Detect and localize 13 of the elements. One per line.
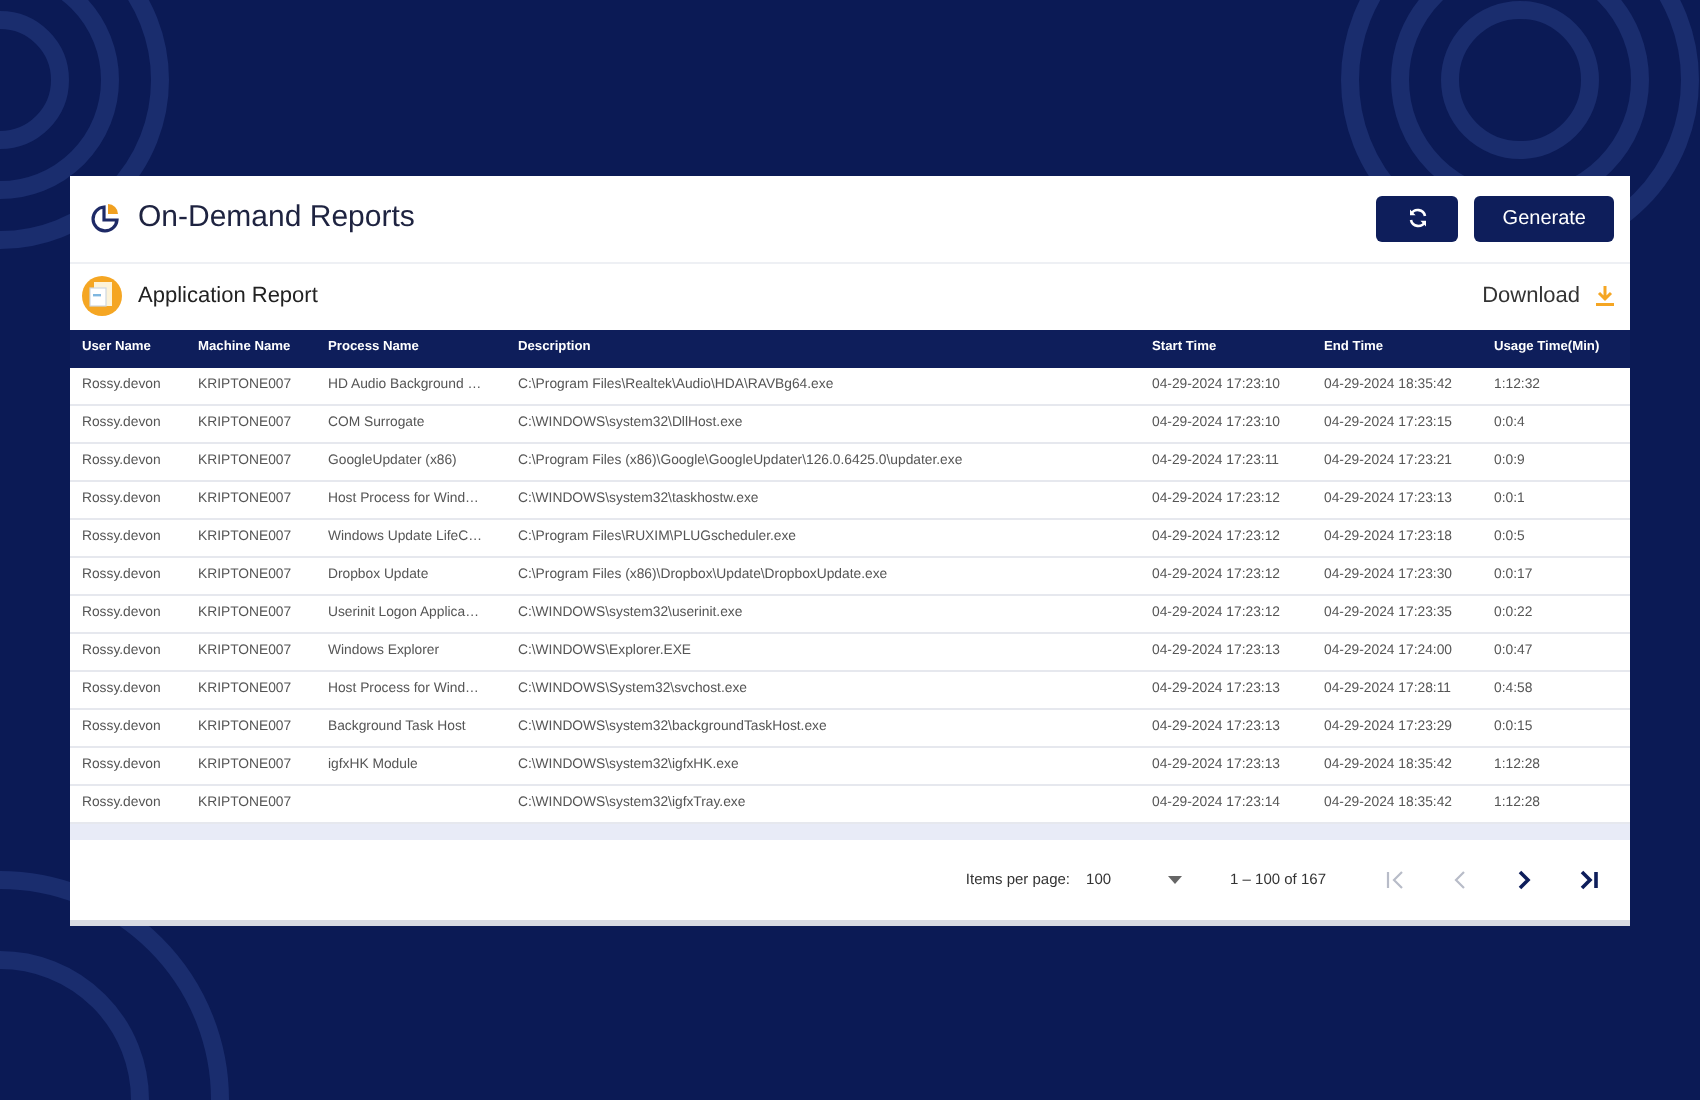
report-icon: [82, 276, 122, 317]
report-title: Application Report: [138, 282, 318, 312]
download-link[interactable]: Download: [1482, 280, 1580, 313]
chevron-icon: [1386, 870, 1404, 891]
pie-chart-icon: [90, 202, 122, 235]
chevron-icon: [1516, 870, 1532, 891]
refresh-icon: [1407, 208, 1428, 229]
generate-button[interactable]: Generate: [1474, 195, 1614, 242]
page-title: On-Demand Reports: [138, 198, 415, 239]
chevron-icon: [1452, 870, 1468, 891]
chevron-icon: [1580, 870, 1598, 891]
caret-icon: [1168, 876, 1183, 885]
refresh-button[interactable]: [1376, 195, 1459, 242]
